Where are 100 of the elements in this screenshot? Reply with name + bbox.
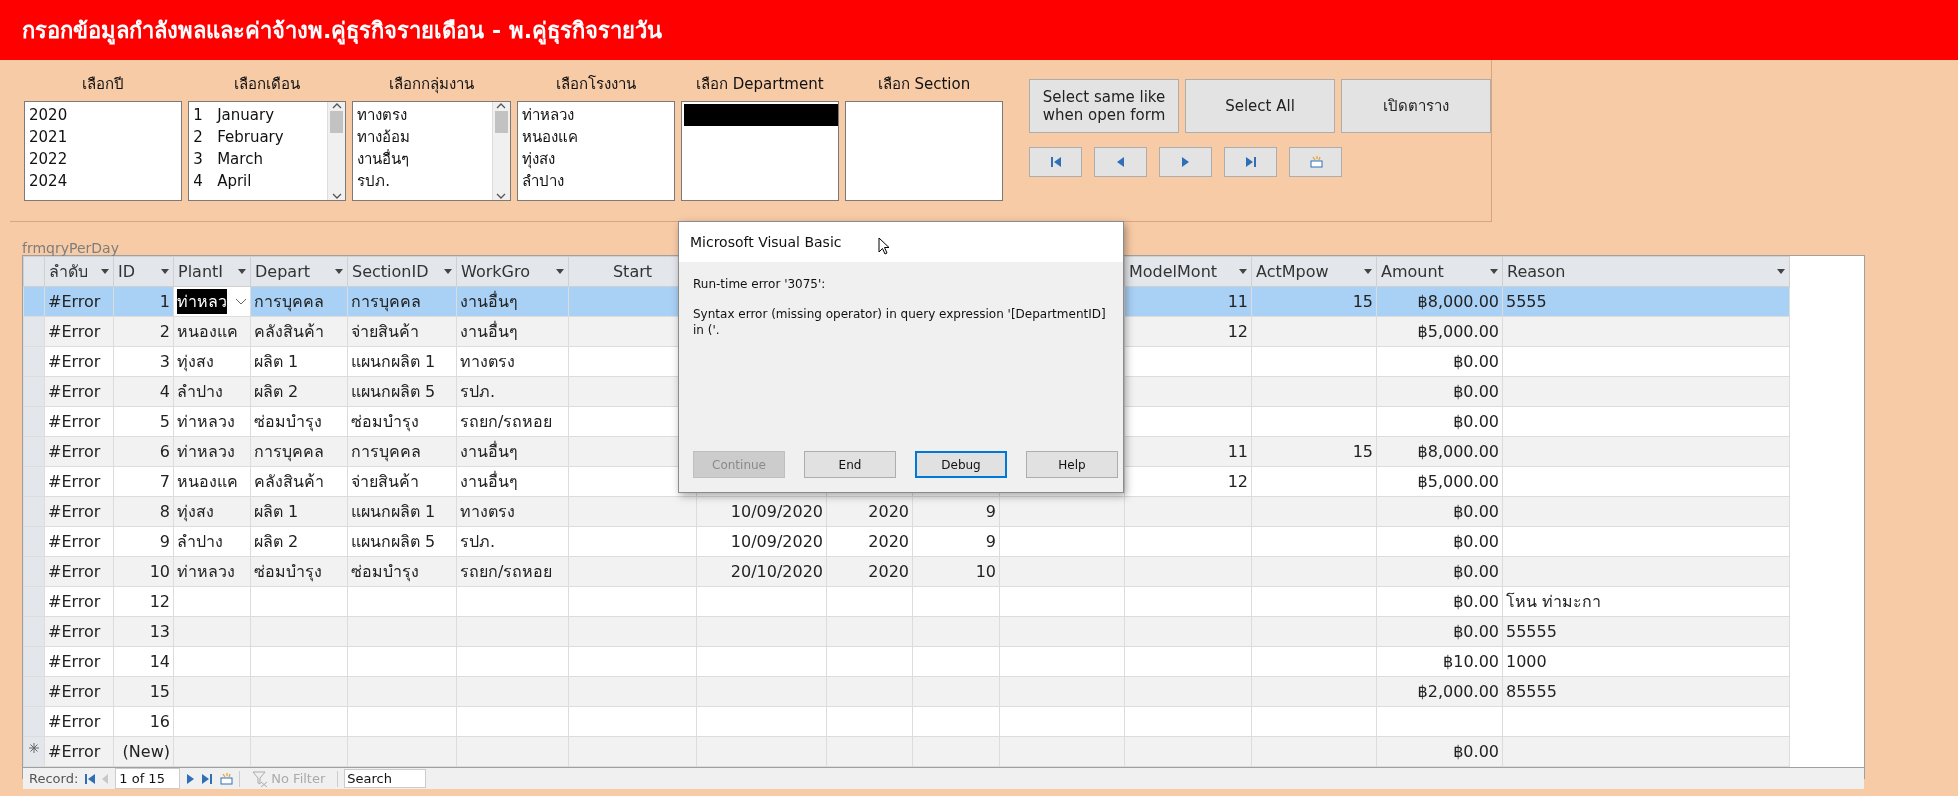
- table-cell: #Error: [44, 676, 114, 707]
- table-cell: ฿10.00: [1376, 646, 1503, 677]
- navigation-button[interactable]: [1029, 147, 1083, 177]
- table-cell: แผนกผลิต 5: [347, 376, 457, 407]
- select-all-corner[interactable]: [23, 256, 45, 287]
- navigation-button[interactable]: [1289, 147, 1343, 177]
- navigation-button[interactable]: [1094, 147, 1148, 177]
- dialog-button[interactable]: Debug: [915, 451, 1007, 478]
- dropdown-arrow-icon[interactable]: [1777, 269, 1785, 274]
- table-cell: ท่าหลวง: [173, 556, 251, 587]
- table-cell: ทางตรง: [456, 346, 569, 377]
- column-header[interactable]: ลำดับ: [44, 256, 114, 287]
- table-cell: 4: [113, 376, 174, 407]
- list-item[interactable]: รปภ.: [355, 170, 492, 192]
- list-item[interactable]: ลำปาง: [519, 170, 674, 192]
- dialog-button[interactable]: End: [804, 451, 896, 478]
- table-cell: แผนกผลิต 1: [347, 346, 457, 377]
- dropdown-arrow-icon[interactable]: [556, 269, 564, 274]
- scroll-down-icon[interactable]: [496, 193, 506, 200]
- dialog-button[interactable]: Help: [1026, 451, 1118, 478]
- list-item[interactable]: งานอื่นๆ: [355, 148, 492, 170]
- record-selector[interactable]: [23, 736, 45, 767]
- scrollbar[interactable]: [327, 102, 346, 200]
- scroll-up-icon[interactable]: [331, 102, 342, 109]
- filter-label: เลือกกลุ่มงาน: [387, 74, 475, 96]
- list-item[interactable]: 2024: [27, 170, 182, 192]
- table-cell: 16: [113, 706, 174, 737]
- column-header[interactable]: ID: [113, 256, 174, 287]
- table-cell: #Error: [44, 466, 114, 497]
- scrollbar-thumb[interactable]: [330, 111, 344, 133]
- table-cell: 1: [113, 286, 174, 317]
- scrollbar[interactable]: [491, 102, 510, 200]
- column-header[interactable]: Reason: [1502, 256, 1790, 287]
- navigation-button[interactable]: [1159, 147, 1213, 177]
- table-cell: #Error: [44, 526, 114, 557]
- column-header[interactable]: PlantI: [173, 256, 251, 287]
- table-cell: ฿0.00: [1376, 736, 1503, 767]
- previous-record-icon: [102, 773, 110, 784]
- list-box[interactable]: ท่าหลวง หนองแค ทุ่งสง ลำปาง: [516, 101, 675, 201]
- table-cell: หนองแค: [173, 466, 251, 497]
- list-item[interactable]: ทางตรง: [355, 104, 492, 126]
- column-header[interactable]: Amount: [1376, 256, 1503, 287]
- dropdown-arrow-icon[interactable]: [444, 269, 452, 274]
- table-cell: ฿0.00: [1376, 526, 1503, 557]
- table-cell: 10/09/2020: [696, 526, 827, 557]
- list-box[interactable]: [680, 101, 839, 201]
- table-cell: 55555: [1502, 616, 1790, 647]
- form-button[interactable]: Select same like when open form: [1029, 79, 1180, 133]
- list-box[interactable]: 2020 2021 2022 2024: [24, 101, 183, 201]
- list-box[interactable]: ทางตรง ทางอ้อม งานอื่นๆ รปภ.: [352, 101, 511, 201]
- list-item[interactable]: 4 April: [191, 170, 328, 192]
- combo-cell[interactable]: ท่าหลว: [173, 286, 251, 317]
- navigation-button[interactable]: [1224, 147, 1278, 177]
- list-item[interactable]: 2020: [27, 104, 182, 126]
- list-item[interactable]: ท่าหลวง: [519, 104, 674, 126]
- record-position-field[interactable]: 1 of 15: [115, 768, 181, 789]
- column-header[interactable]: Depart: [250, 256, 348, 287]
- form-button[interactable]: เปิดตาราง: [1341, 79, 1492, 133]
- list-item[interactable]: หนองแค: [519, 126, 674, 148]
- dropdown-arrow-icon[interactable]: [101, 269, 109, 274]
- table-cell: ฿0.00: [1376, 586, 1503, 617]
- table-cell: ซ่อมบำรุง: [347, 406, 457, 437]
- table-cell: 12: [1124, 466, 1252, 497]
- table-cell: แผนกผลิต 1: [347, 496, 457, 527]
- filter-label: เลือกเดือน: [233, 74, 302, 95]
- column-header[interactable]: SectionID: [347, 256, 457, 287]
- form-button[interactable]: Select All: [1185, 79, 1336, 133]
- dialog-title: Microsoft Visual Basic: [679, 222, 1123, 262]
- table-cell: 2020: [826, 556, 913, 587]
- column-header[interactable]: WorkGro: [456, 256, 569, 287]
- table-cell: การบุคคล: [347, 286, 457, 317]
- column-header[interactable]: ModelMont: [1124, 256, 1252, 287]
- dropdown-arrow-icon[interactable]: [1490, 269, 1498, 274]
- list-item[interactable]: 2022: [27, 148, 182, 170]
- list-item[interactable]: 2021: [27, 126, 182, 148]
- scroll-up-icon[interactable]: [496, 102, 506, 109]
- table-cell: 10: [912, 556, 1000, 587]
- scrollbar-thumb[interactable]: [494, 111, 508, 133]
- dropdown-arrow-icon[interactable]: [1364, 269, 1372, 274]
- scroll-down-icon[interactable]: [331, 193, 342, 200]
- search-field[interactable]: Search: [344, 769, 427, 788]
- list-item[interactable]: 3 March: [191, 148, 328, 170]
- dropdown-caret-icon[interactable]: [235, 297, 247, 306]
- dropdown-arrow-icon[interactable]: [161, 269, 169, 274]
- table-cell: 10/09/2020: [696, 496, 827, 527]
- list-item[interactable]: ทางอ้อม: [355, 126, 492, 148]
- dropdown-arrow-icon[interactable]: [335, 269, 343, 274]
- list-item[interactable]: 2 February: [191, 126, 328, 148]
- list-item[interactable]: 1 January: [191, 104, 328, 126]
- dropdown-arrow-icon[interactable]: [1239, 269, 1247, 274]
- table-cell: ลำปาง: [173, 526, 251, 557]
- dropdown-arrow-icon[interactable]: [238, 269, 246, 274]
- table-cell: 9: [912, 496, 1000, 527]
- table-cell: ทางตรง: [456, 496, 569, 527]
- table-cell: 15: [113, 676, 174, 707]
- table-cell: ฿0.00: [1376, 616, 1503, 647]
- table-cell: #Error: [44, 736, 114, 767]
- list-item[interactable]: ทุ่งสง: [519, 148, 674, 170]
- list-box[interactable]: 1 January 2 February 3 March 4 April: [188, 101, 347, 201]
- column-header[interactable]: ActMpow: [1251, 256, 1377, 287]
